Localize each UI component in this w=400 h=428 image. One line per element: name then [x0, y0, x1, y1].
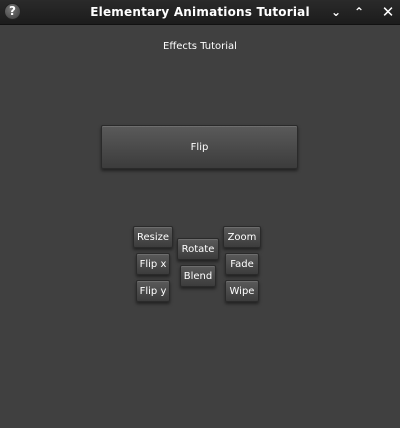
flip-x-button[interactable]: Flip x [136, 253, 170, 275]
zoom-button[interactable]: Zoom [223, 226, 261, 248]
wipe-button[interactable]: Wipe [225, 280, 259, 302]
close-icon[interactable]: ✕ [378, 0, 398, 24]
flip-button[interactable]: Flip [101, 125, 298, 169]
minimize-icon[interactable]: ⌄ [326, 0, 346, 24]
blend-button[interactable]: Blend [180, 265, 216, 287]
fade-button[interactable]: Fade [225, 253, 259, 275]
window-titlebar: ? Elementary Animations Tutorial ⌄ ⌃ ✕ [0, 0, 400, 25]
maximize-icon[interactable]: ⌃ [349, 0, 369, 24]
flip-y-button[interactable]: Flip y [136, 280, 170, 302]
rotate-button[interactable]: Rotate [177, 238, 219, 260]
effects-tutorial-heading: Effects Tutorial [163, 41, 237, 52]
resize-button[interactable]: Resize [133, 226, 173, 248]
